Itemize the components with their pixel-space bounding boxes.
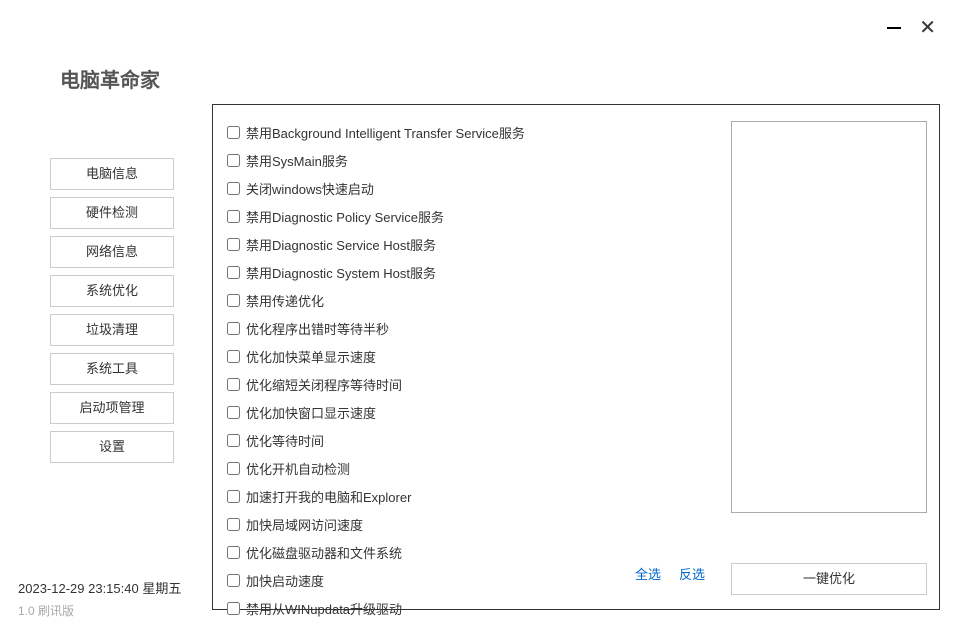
sidebar-item-computer-info[interactable]: 电脑信息 [50,158,174,190]
option-label[interactable]: 禁用Background Intelligent Transfer Servic… [246,123,525,142]
sidebar-item-network-info[interactable]: 网络信息 [50,236,174,268]
footer-datetime: 2023-12-29 23:15:40 星期五 [18,578,181,597]
invert-select-link[interactable]: 反选 [679,564,705,583]
sidebar-item-system-tools[interactable]: 系统工具 [50,353,174,385]
option-checkbox[interactable] [227,210,240,223]
option-checkbox[interactable] [227,154,240,167]
option-checkbox[interactable] [227,126,240,139]
sidebar-item-system-optimize[interactable]: 系统优化 [50,275,174,307]
main-panel: 禁用Background Intelligent Transfer Servic… [212,104,940,610]
option-label[interactable]: 禁用从WINupdata升级驱动 [246,599,402,618]
option-checkbox[interactable] [227,238,240,251]
option-checkbox[interactable] [227,574,240,587]
option-item: 禁用从WINupdata升级驱动 [227,599,927,618]
option-checkbox[interactable] [227,350,240,363]
option-checkbox[interactable] [227,490,240,503]
optimize-button[interactable]: 一键优化 [731,563,927,595]
option-checkbox[interactable] [227,294,240,307]
option-label[interactable]: 禁用Diagnostic Policy Service服务 [246,207,444,226]
footer-version: 1.0 刷讯版 [18,602,74,619]
option-checkbox[interactable] [227,266,240,279]
option-label[interactable]: 优化等待时间 [246,431,324,450]
sidebar-item-hardware-detect[interactable]: 硬件检测 [50,197,174,229]
option-label[interactable]: 优化程序出错时等待半秒 [246,319,389,338]
option-checkbox[interactable] [227,462,240,475]
option-checkbox[interactable] [227,602,240,615]
sidebar-item-startup-manage[interactable]: 启动项管理 [50,392,174,424]
option-checkbox[interactable] [227,546,240,559]
option-checkbox[interactable] [227,378,240,391]
option-item: 优化磁盘驱动器和文件系统 [227,543,927,562]
option-label[interactable]: 优化开机自动检测 [246,459,350,478]
option-label[interactable]: 禁用SysMain服务 [246,151,348,170]
option-checkbox[interactable] [227,182,240,195]
minimize-button[interactable] [887,27,901,29]
close-button[interactable]: ✕ [919,18,936,38]
option-checkbox[interactable] [227,322,240,335]
option-label[interactable]: 加快局域网访问速度 [246,515,363,534]
option-label[interactable]: 加快启动速度 [246,571,324,590]
option-checkbox[interactable] [227,434,240,447]
select-links: 全选 反选 [635,564,705,583]
option-label[interactable]: 优化缩短关闭程序等待时间 [246,375,402,394]
option-checkbox[interactable] [227,406,240,419]
app-title: 电脑革命家 [60,64,160,93]
select-all-link[interactable]: 全选 [635,564,661,583]
option-label[interactable]: 加速打开我的电脑和Explorer [246,487,411,506]
option-label[interactable]: 禁用传递优化 [246,291,324,310]
sidebar-item-settings[interactable]: 设置 [50,431,174,463]
right-panel [731,121,927,513]
option-label[interactable]: 关闭windows快速启动 [246,179,374,198]
option-label[interactable]: 优化磁盘驱动器和文件系统 [246,543,402,562]
option-label[interactable]: 优化加快菜单显示速度 [246,347,376,366]
option-checkbox[interactable] [227,518,240,531]
option-label[interactable]: 禁用Diagnostic Service Host服务 [246,235,436,254]
sidebar-item-junk-clean[interactable]: 垃圾清理 [50,314,174,346]
option-label[interactable]: 优化加快窗口显示速度 [246,403,376,422]
option-item: 加快局域网访问速度 [227,515,927,534]
sidebar: 电脑信息 硬件检测 网络信息 系统优化 垃圾清理 系统工具 启动项管理 设置 [50,158,174,463]
option-label[interactable]: 禁用Diagnostic System Host服务 [246,263,436,282]
